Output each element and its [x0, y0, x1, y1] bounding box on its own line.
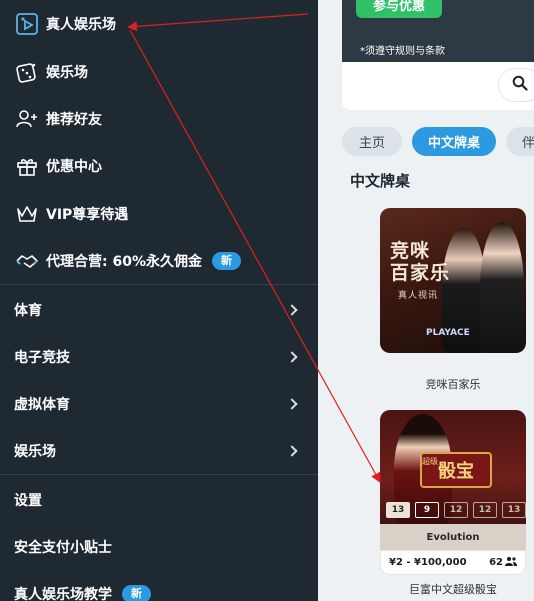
search-icon: [512, 75, 528, 95]
live-casino-icon: [14, 11, 40, 37]
game-title: 巨富中文超级骰宝: [409, 583, 497, 596]
provider-bar: Evolution: [380, 524, 526, 550]
sidebar-item-label: 优惠中心: [46, 159, 102, 175]
sidebar-item-casino[interactable]: 娱乐场: [0, 48, 318, 96]
sidebar-item-payment-tips[interactable]: 安全支付小贴士: [0, 523, 318, 570]
gift-icon: [14, 153, 40, 179]
sidebar-item-label: VIP尊享待遇: [46, 207, 129, 223]
game-thumbnail: 骰宝 超级 13 9 12 12 13 Evolution: [380, 410, 526, 550]
sidebar-item-affiliate[interactable]: 代理合营: 60%永久佣金 新: [0, 237, 318, 285]
bet-limits: ¥2 - ¥100,000: [389, 557, 467, 568]
handshake-icon: [14, 248, 40, 274]
users-icon: [505, 556, 517, 569]
result-number: 12: [473, 502, 497, 518]
main-content: 参与优惠 *须遵守规则与条款 主页 中文牌桌 伴 中文牌桌 竞咪 百家乐 真人视…: [318, 0, 534, 601]
player-count: 62: [489, 556, 517, 569]
sidebar-item-live-casino-tutorial[interactable]: 真人娱乐场教学 新: [0, 570, 318, 601]
game-thumbnail: 竞咪 百家乐 真人视讯 PLAYACE: [380, 208, 526, 353]
result-number: 13: [386, 502, 410, 518]
join-promo-button[interactable]: 参与优惠: [356, 0, 442, 18]
bet-limit-bar: ¥2 - ¥100,000 62: [380, 550, 526, 575]
promo-terms: *须遵守规则与条款: [360, 46, 445, 57]
tab-home[interactable]: 主页: [342, 127, 402, 156]
game-art-title: 竞咪 百家乐: [390, 240, 451, 284]
sidebar-item-settings[interactable]: 设置: [0, 476, 318, 523]
tab-next[interactable]: 伴: [506, 127, 534, 156]
result-number: 13: [502, 502, 526, 518]
section-title: 中文牌桌: [350, 172, 411, 190]
result-number: 9: [415, 502, 439, 518]
sidebar-item-label: 真人娱乐场: [46, 17, 116, 33]
new-badge: 新: [211, 252, 241, 270]
sidebar: 真人娱乐场 娱乐场 推荐好友 优惠中心 VIP尊享待遇 代理合营: 60%永久佣…: [0, 0, 318, 601]
provider-name: Evolution: [426, 531, 480, 543]
sidebar-item-refer-friend[interactable]: 推荐好友: [0, 95, 318, 143]
sidebar-category-label: 虚拟体育: [14, 396, 70, 413]
sidebar-category-esports[interactable]: 电子竞技: [0, 333, 318, 380]
new-badge: 新: [122, 584, 151, 601]
sidebar-divider: [0, 474, 318, 475]
sidebar-category-virtual-sports[interactable]: 虚拟体育: [0, 380, 318, 427]
sidebar-item-label: 设置: [14, 492, 42, 509]
sidebar-category-label: 娱乐场: [14, 443, 56, 460]
sidebar-category-sports[interactable]: 体育: [0, 286, 318, 333]
sidebar-item-label: 安全支付小贴士: [14, 539, 112, 556]
chevron-right-icon: [286, 444, 298, 457]
sidebar-item-label: 代理合营: 60%永久佣金: [46, 254, 202, 270]
search-button[interactable]: [498, 68, 534, 102]
crown-icon: [14, 201, 40, 227]
sidebar-divider: [0, 284, 318, 285]
chevron-right-icon: [286, 303, 298, 316]
sidebar-category-label: 电子竞技: [14, 349, 70, 366]
game-art-super: 超级: [422, 457, 438, 466]
sidebar-category-casino[interactable]: 娱乐场: [0, 427, 318, 474]
game-tile-super-sic-bo[interactable]: 骰宝 超级 13 9 12 12 13 Evolution ¥2 - ¥100,…: [380, 410, 526, 575]
sidebar-item-label: 真人娱乐场教学: [14, 586, 112, 601]
dealer-figure: [480, 222, 524, 353]
player-count-value: 62: [489, 557, 503, 568]
dice-icon: [14, 59, 40, 85]
sidebar-item-label: 推荐好友: [46, 112, 102, 128]
results-row: 13 9 12 12 13: [386, 502, 526, 518]
sidebar-item-live-casino[interactable]: 真人娱乐场: [0, 0, 318, 48]
game-tile-speed-baccarat[interactable]: 竞咪 百家乐 真人视讯 PLAYACE: [380, 208, 526, 353]
chevron-right-icon: [286, 350, 298, 363]
provider-logo: PLAYACE: [426, 328, 470, 338]
tab-chinese-tables[interactable]: 中文牌桌: [412, 127, 496, 156]
sidebar-category-label: 体育: [14, 302, 42, 319]
add-friend-icon: [14, 106, 40, 132]
sidebar-item-label: 娱乐场: [46, 65, 88, 81]
sidebar-item-promotions[interactable]: 优惠中心: [0, 142, 318, 190]
game-title: 竞咪百家乐: [425, 378, 481, 391]
sidebar-item-vip[interactable]: VIP尊享待遇: [0, 190, 318, 238]
game-art-subtitle: 真人视讯: [398, 291, 439, 301]
promo-banner: 参与优惠 *须遵守规则与条款: [342, 0, 534, 62]
chevron-right-icon: [286, 397, 298, 410]
result-number: 12: [444, 502, 468, 518]
